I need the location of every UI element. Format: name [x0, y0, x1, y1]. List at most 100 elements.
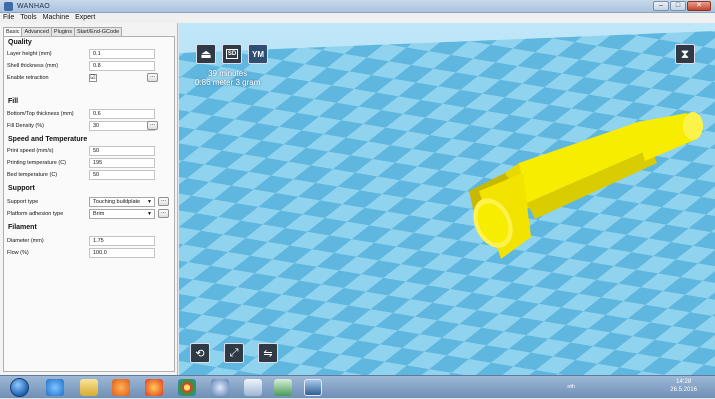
section-speed-temperature: Speed and Temperature — [8, 136, 88, 143]
adhesion-settings-button[interactable]: ... — [158, 209, 169, 218]
fill-density-row: Fill Density (%) 30 ... — [7, 121, 173, 132]
retraction-settings-button[interactable]: ... — [147, 73, 158, 82]
diameter-row: Diameter (mm) 1.75 — [7, 236, 173, 247]
browser-icon[interactable] — [46, 379, 64, 396]
section-quality: Quality — [8, 39, 32, 46]
support-type-select[interactable]: Touching buildplate ▼ — [89, 197, 155, 207]
view-mode-icon: ⧗ — [680, 46, 690, 61]
start-button[interactable] — [10, 378, 29, 397]
flow-input[interactable]: 100.0 — [89, 248, 155, 258]
bed-temperature-row: Bed temperature (C) 50 — [7, 170, 173, 181]
windows-taskbar: nth 14:28 26.5.2016 — [0, 375, 715, 398]
clock-date: 26.5.2016 — [670, 387, 697, 393]
printing-temperature-row: Printing temperature (C) 195 — [7, 158, 173, 169]
bottom-top-label: Bottom/Top thickness (mm) — [7, 111, 74, 117]
retraction-label: Enable retraction — [7, 75, 49, 81]
bottom-top-row: Bottom/Top thickness (mm) 0.6 — [7, 109, 173, 120]
settings-panel: Basic Advanced Plugins Start/End-GCode Q… — [0, 23, 178, 375]
scale-tool-button[interactable]: ⤢ — [224, 343, 244, 363]
youmagine-button[interactable]: YM — [248, 44, 268, 64]
chrome-icon[interactable] — [178, 379, 196, 396]
fill-density-label: Fill Density (%) — [7, 123, 44, 129]
load-icon: ⏏ — [200, 47, 212, 61]
shell-thickness-label: Shell thickness (mm) — [7, 63, 59, 69]
print-material: 0.86 meter 3 gram — [195, 78, 261, 87]
support-type-row: Support type Touching buildplate ▼ ... — [7, 197, 173, 208]
youmagine-icon: YM — [252, 49, 264, 59]
print-speed-row: Print speed (mm/s) 50 — [7, 146, 173, 157]
bed-temperature-input[interactable]: 50 — [89, 170, 155, 180]
clock-time: 14:28 — [676, 379, 692, 385]
settings-tabs: Basic Advanced Plugins Start/End-GCode — [3, 27, 123, 36]
save-to-sd-button[interactable]: SD — [222, 44, 242, 64]
bottom-top-input[interactable]: 0.6 — [89, 109, 155, 119]
tab-start-end-gcode[interactable]: Start/End-GCode — [73, 27, 123, 36]
layer-height-row: Layer height (mm) 0.1 — [7, 49, 173, 60]
close-button[interactable]: ✕ — [687, 1, 711, 11]
firefox-icon[interactable] — [145, 379, 163, 396]
print-speed-input[interactable]: 50 — [89, 146, 155, 156]
print-info: 39 minutes 0.86 meter 3 gram — [195, 69, 260, 87]
menu-file[interactable]: File — [3, 13, 14, 23]
app-icon-c[interactable] — [211, 379, 229, 396]
3d-viewport[interactable]: ⏏ SD YM 39 minutes 0.86 meter 3 gram ⧗ ⟲… — [179, 23, 715, 375]
fill-settings-button[interactable]: ... — [147, 121, 158, 130]
shell-thickness-input[interactable]: 0.8 — [89, 61, 155, 71]
section-fill: Fill — [8, 98, 19, 105]
title-bar: WANHAO – □ ✕ — [0, 0, 715, 13]
section-support: Support — [8, 185, 35, 192]
minimize-button[interactable]: – — [653, 1, 669, 11]
rotate-icon: ⟲ — [195, 347, 205, 360]
printing-temperature-label: Printing temperature (C) — [7, 160, 66, 166]
app-icon — [4, 2, 13, 11]
support-settings-button[interactable]: ... — [158, 197, 169, 206]
view-mode-button[interactable]: ⧗ — [675, 44, 695, 64]
rotate-tool-button[interactable]: ⟲ — [190, 343, 210, 363]
diameter-label: Diameter (mm) — [7, 238, 44, 244]
adhesion-type-label: Platform adhesion type — [7, 211, 64, 217]
menu-tools[interactable]: Tools — [20, 13, 36, 23]
basic-tab-content: Quality Layer height (mm) 0.1 Shell thic… — [3, 36, 175, 372]
support-type-value: Touching buildplate — [93, 199, 141, 205]
load-model-button[interactable]: ⏏ — [196, 44, 216, 64]
menu-machine[interactable]: Machine — [43, 13, 69, 23]
mirror-tool-button[interactable]: ⇋ — [258, 343, 278, 363]
bed-temperature-label: Bed temperature (C) — [7, 172, 58, 178]
menu-bar: File Tools Machine Expert — [0, 13, 715, 23]
adhesion-type-select[interactable]: Brim ▼ — [89, 209, 155, 219]
document-icon[interactable] — [244, 379, 262, 396]
chevron-down-icon: ▼ — [147, 199, 152, 205]
cura-window: WANHAO – □ ✕ File Tools Machine Expert B… — [0, 0, 715, 398]
flow-row: Flow (%) 100.0 — [7, 248, 173, 259]
adhesion-type-value: Brim — [93, 211, 105, 217]
cura-taskbar-icon[interactable] — [304, 379, 322, 396]
fill-density-input[interactable]: 30 — [89, 121, 155, 131]
media-player-icon[interactable] — [112, 379, 130, 396]
tab-basic[interactable]: Basic — [3, 27, 23, 36]
adhesion-type-row: Platform adhesion type Brim ▼ ... — [7, 209, 173, 220]
tab-advanced[interactable]: Advanced — [21, 27, 52, 36]
retraction-checkbox[interactable]: ☑ — [89, 74, 97, 82]
tab-plugins[interactable]: Plugins — [50, 27, 75, 36]
print-speed-label: Print speed (mm/s) — [7, 148, 54, 154]
printing-temperature-input[interactable]: 195 — [89, 158, 155, 168]
layer-height-label: Layer height (mm) — [7, 51, 52, 57]
retraction-row: Enable retraction ☑ ... — [7, 73, 173, 84]
maximize-button[interactable]: □ — [670, 1, 686, 11]
shell-thickness-row: Shell thickness (mm) 0.8 — [7, 61, 173, 72]
spreadsheet-icon[interactable] — [274, 379, 292, 396]
sd-card-icon: SD — [225, 49, 239, 59]
menu-expert[interactable]: Expert — [75, 13, 95, 23]
scale-icon: ⤢ — [229, 346, 239, 359]
section-filament: Filament — [8, 224, 37, 231]
flow-label: Flow (%) — [7, 250, 29, 256]
clock[interactable]: 14:28 26.5.2016 — [670, 378, 697, 394]
layer-height-input[interactable]: 0.1 — [89, 49, 155, 59]
diameter-input[interactable]: 1.75 — [89, 236, 155, 246]
support-type-label: Support type — [7, 199, 39, 205]
window-title: WANHAO — [17, 3, 51, 10]
folder-icon[interactable] — [80, 379, 98, 396]
chevron-down-icon: ▼ — [147, 211, 152, 217]
mirror-icon: ⇋ — [263, 347, 273, 360]
language-indicator[interactable]: nth — [567, 384, 575, 390]
